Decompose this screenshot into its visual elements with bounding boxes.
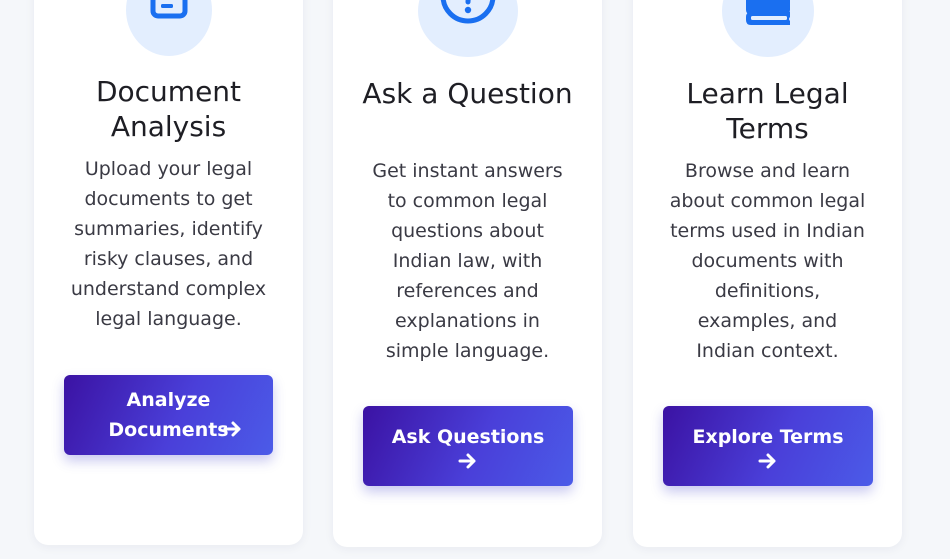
card-title: Ask a Question (362, 77, 573, 110)
card-title: Document Analysis (95, 75, 242, 143)
button-label: Ask Questions (391, 426, 545, 448)
explore-terms-button[interactable]: Explore Terms (663, 406, 873, 486)
card-description: Get instant answers to common legal ques… (372, 160, 563, 362)
arrow-right-icon (223, 421, 241, 437)
question-icon (440, 0, 495, 24)
document-icon-badge (125, 0, 212, 56)
feature-card-ask-question: Ask a Question Get instant answers to co… (333, 0, 602, 547)
feature-card-document-analysis: Document Analysis Upload your legal docu… (34, 0, 303, 545)
arrow-right-icon (758, 453, 776, 469)
document-icon (150, 0, 187, 19)
analyze-documents-button[interactable]: Analyze Documents (64, 375, 273, 455)
arrow-right-icon (458, 453, 476, 469)
book-icon-badge (721, 0, 814, 57)
card-title: Learn Legal Terms (686, 77, 849, 145)
ask-questions-button[interactable]: Ask Questions (363, 406, 573, 486)
feature-card-learn-legal-terms: Learn Legal Terms Browse and learn about… (633, 0, 902, 547)
card-description: Browse and learn about common legal term… (669, 160, 866, 362)
card-description: Upload your legal documents to get summa… (70, 158, 267, 330)
question-icon-badge (417, 0, 518, 57)
book-icon (745, 0, 790, 25)
button-label: Explore Terms (692, 426, 844, 448)
